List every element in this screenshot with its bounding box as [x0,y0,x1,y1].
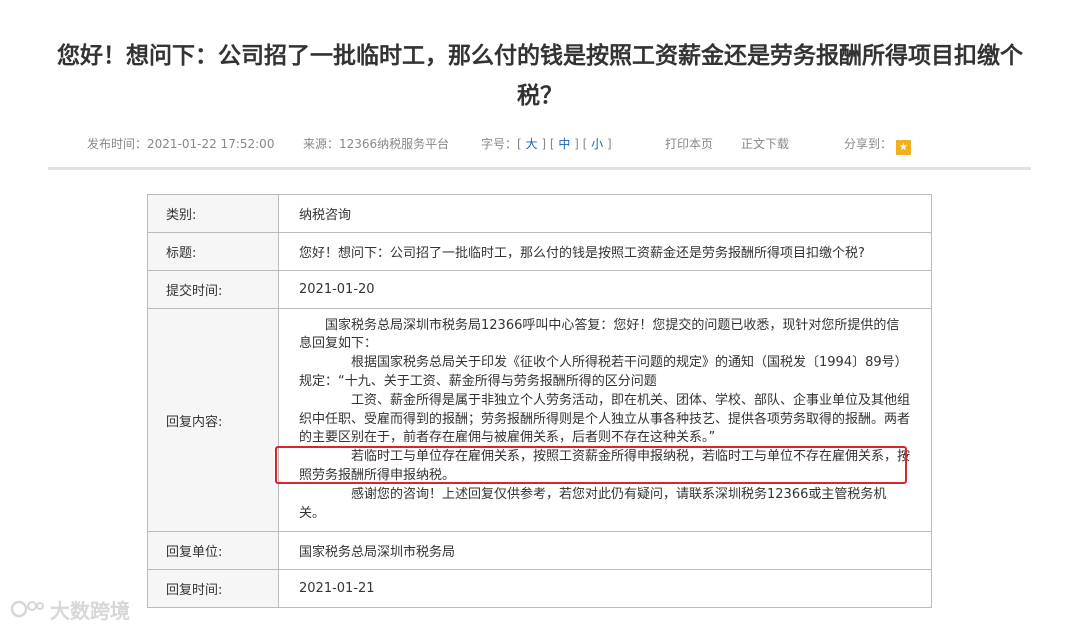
category-value: 纳税咨询 [278,194,932,233]
page-title: 您好！想问下：公司招了一批临时工，那么付的钱是按照工资薪金还是劳务报酬所得项目扣… [57,43,1023,109]
category-label: 类别: [147,194,279,233]
title-label: 标题: [147,232,279,271]
table-row: 标题: 您好！想问下：公司招了一批临时工，那么付的钱是按照工资薪金还是劳务报酬所… [147,232,932,271]
divider [48,167,1031,170]
reply-paragraph: 感谢您的咨询！上述回复仅供参考，若您对此仍有疑问，请联系深圳税务12366或主管… [299,486,887,521]
reply-paragraph: 工资、薪金所得是属于非独立个人劳务活动，即在机关、团体、学校、部队、企事业单位及… [299,392,911,446]
qq-icon[interactable]: ★ [896,140,911,155]
watermark-text: 大数跨境 [50,598,130,623]
reply-unit-value: 国家税务总局深圳市税务局 [278,531,932,570]
watermark: 大数跨境 [10,596,130,623]
qa-table: 类别: 纳税咨询 标题: 您好！想问下：公司招了一批临时工，那么付的钱是按照工资… [147,194,932,608]
reply-time-value: 2021-01-21 [278,569,932,608]
download-link[interactable]: 正文下载 [741,135,789,152]
reply-paragraph: 根据国家税务总局关于印发《征收个人所得税若干问题的规定》的通知（国税发〔1994… [299,355,908,389]
font-size-large-link[interactable]: 大 [526,137,538,151]
font-size-small-link[interactable]: 小 [591,137,603,151]
title-value: 您好！想问下：公司招了一批临时工，那么付的钱是按照工资薪金还是劳务报酬所得项目扣… [278,232,932,271]
font-size-control: 字号：[ 大 ] [ 中 ] [ 小 ] [481,137,612,151]
reply-unit-label: 回复单位: [147,531,279,570]
font-size-label: 字号： [481,137,518,151]
table-row: 回复内容: 国家税务总局深圳市税务局12366呼叫中心答复：您好！您提交的问题已… [147,308,932,532]
watermark-logo-icon [10,600,44,618]
table-row: 类别: 纳税咨询 [147,194,932,233]
reply-time-label: 回复时间: [147,569,279,608]
print-link[interactable]: 打印本页 [665,135,713,152]
reply-content: 国家税务总局深圳市税务局12366呼叫中心答复：您好！您提交的问题已收悉，现针对… [278,308,932,532]
reply-paragraph: 国家税务总局深圳市税务局12366呼叫中心答复：您好！您提交的问题已收悉，现针对… [299,317,900,352]
submit-time-label: 提交时间: [147,270,279,309]
source: 来源：12366纳税服务平台 [303,137,450,151]
highlight-box [275,446,907,484]
article-meta: 发布时间：2021-01-22 17:52:00 来源：12366纳税服务平台 … [0,133,1080,155]
font-size-medium-link[interactable]: 中 [558,137,570,151]
table-row: 提交时间: 2021-01-20 [147,270,932,309]
submit-time-value: 2021-01-20 [278,270,932,309]
reply-content-label: 回复内容: [147,308,279,532]
share-label: 分享到： [844,137,893,151]
table-row: 回复时间: 2021-01-21 [147,569,932,608]
publish-time: 发布时间：2021-01-22 17:52:00 [87,137,275,151]
table-row: 回复单位: 国家税务总局深圳市税务局 [147,531,932,570]
